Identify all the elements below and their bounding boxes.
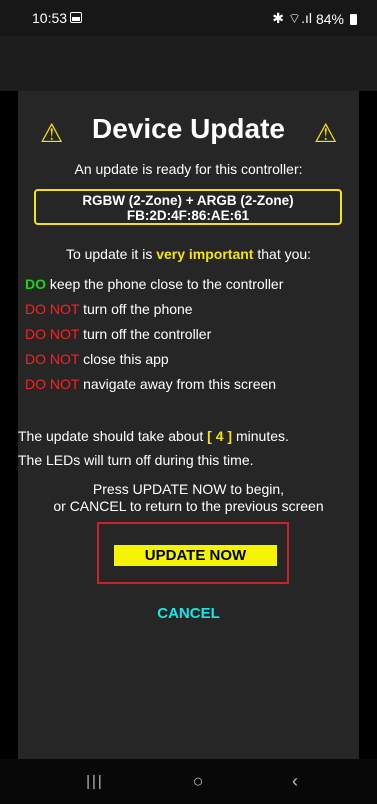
device-name: RGBW (2-Zone) + ARGB (2-Zone) (82, 193, 294, 208)
duration-suffix: minutes. (232, 428, 289, 444)
rule-item: DO NOT close this app (25, 350, 355, 375)
rule-prefix: DO NOT (25, 301, 80, 317)
duration-line: The update should take about [ 4 ] minut… (18, 424, 359, 448)
home-button[interactable]: ○ (178, 771, 218, 792)
rule-item: DO keep the phone close to the controlle… (25, 275, 355, 300)
recents-button[interactable]: ||| (75, 773, 115, 790)
important-prefix: To update it is (65, 246, 157, 262)
bracket-open: [ (207, 428, 212, 444)
rule-prefix: DO NOT (25, 376, 80, 392)
rule-item: DO NOT turn off the controller (25, 325, 355, 350)
status-bar: 10:53 ✱ ⌔.ıl 84% (0, 0, 377, 36)
rule-text: navigate away from this screen (79, 376, 277, 392)
subtitle: An update is ready for this controller: (74, 161, 303, 177)
leds-note: The LEDs will turn off during this time. (18, 452, 254, 468)
page-title: Device Update (92, 113, 285, 144)
app-bar (0, 36, 377, 91)
phone-screen: 10:53 ✱ ⌔.ıl 84% ⚠ Device Update ⚠ An up… (0, 0, 377, 804)
prompt-line-1: Press UPDATE NOW to begin, (92, 481, 285, 497)
rules-list: DO keep the phone close to the controlle… (25, 275, 355, 400)
status-icons: ✱ ⌔.ıl 84% (272, 10, 357, 28)
bluetooth-wifi-signal-icons: ✱ ⌔.ıl (272, 10, 312, 26)
prompt-line-2: or CANCEL to return to the previous scre… (53, 498, 324, 514)
image-notification-icon (70, 12, 82, 23)
duration-info: The update should take about [ 4 ] minut… (18, 424, 359, 472)
important-emphasis: very important (156, 246, 254, 262)
battery-icon (350, 13, 357, 25)
warning-icon: ⚠ (314, 118, 338, 148)
system-nav-bar: ||| ○ ‹ (0, 759, 377, 804)
rule-prefix: DO (25, 276, 46, 292)
rule-prefix: DO NOT (25, 351, 80, 367)
battery-percent: 84% (315, 11, 344, 27)
important-suffix: that you: (253, 246, 312, 262)
clock: 10:53 (32, 10, 68, 26)
back-button[interactable]: ‹ (275, 771, 315, 792)
update-dialog: ⚠ Device Update ⚠ An update is ready for… (18, 91, 359, 759)
duration-value: 4 (215, 428, 224, 444)
duration-prefix: The update should take about (18, 428, 208, 444)
rule-item: DO NOT turn off the phone (25, 300, 355, 325)
rule-text: keep the phone close to the controller (46, 276, 284, 292)
device-address: FB:2D:4F:86:AE:61 (126, 208, 250, 223)
rule-text: close this app (79, 351, 169, 367)
device-info-box: RGBW (2-Zone) + ARGB (2-Zone) FB:2D:4F:8… (34, 189, 342, 225)
important-notice: To update it is very important that you: (18, 246, 359, 262)
rule-prefix: DO NOT (25, 326, 80, 342)
rule-text: turn off the phone (79, 301, 193, 317)
cancel-button[interactable]: CANCEL (18, 605, 359, 622)
title-row: ⚠ Device Update ⚠ (18, 111, 359, 151)
update-now-button[interactable]: UPDATE NOW (114, 545, 277, 566)
action-prompt: Press UPDATE NOW to begin, or CANCEL to … (18, 481, 359, 515)
rule-text: turn off the controller (79, 326, 212, 342)
rule-item: DO NOT navigate away from this screen (25, 375, 355, 400)
